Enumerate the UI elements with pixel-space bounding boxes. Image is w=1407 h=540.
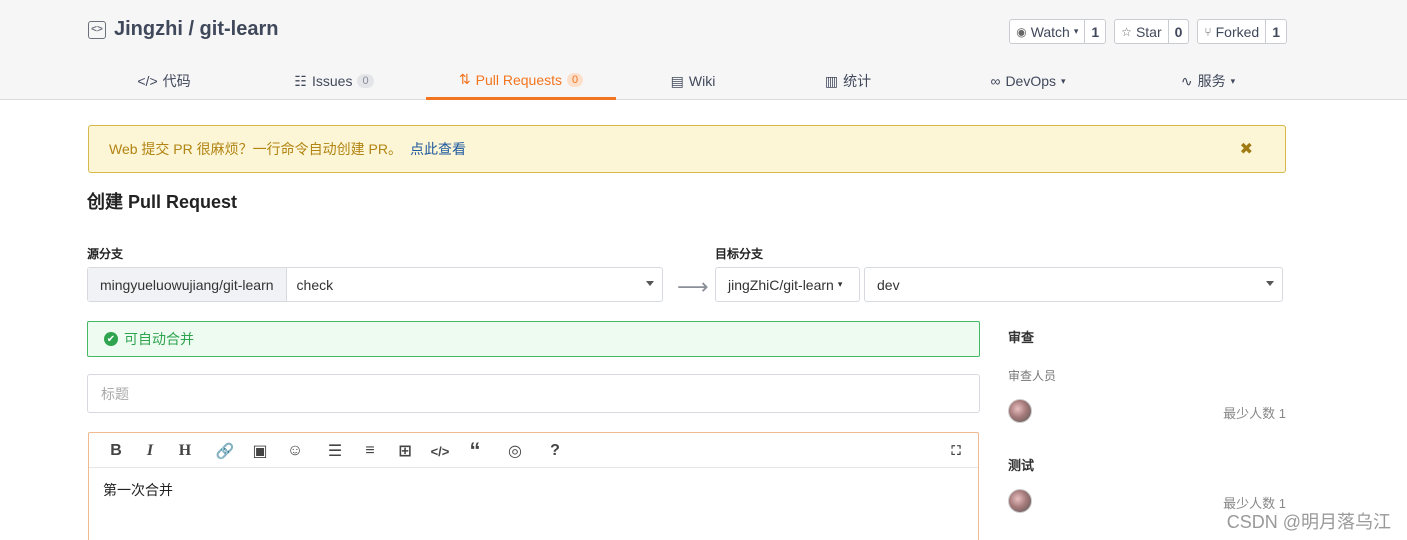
tab-devops[interactable]: ∞ DevOps ▾ [948,62,1108,100]
source-branch-select[interactable]: check [287,268,662,301]
page-title: 创建 Pull Request [87,192,238,212]
pull-request-icon: ⇅ [458,71,471,87]
stats-icon: ▥ [824,72,839,89]
preview-icon[interactable]: ◎ [504,440,526,462]
numbered-list-icon[interactable]: ≡ [359,440,381,462]
link-icon[interactable]: 🔗 [214,440,236,462]
description-editor: B I H 🔗 ▣ ☺ ☰ ≡ ⊞ </> “ ◎ ? ⛶ 第一次合并 [88,432,979,540]
reviewers-label: 审查人员 [1008,369,1057,383]
italic-button[interactable]: I [139,440,161,462]
tab-wiki-label: Wiki [688,73,716,89]
infinity-icon: ∞ [990,73,1001,89]
source-branch-selector: mingyueluowujiang/git-learn check [87,267,663,302]
tab-code[interactable]: </> 代码 [88,62,240,100]
tab-stats-label: 统计 [843,73,872,89]
fork-label: Forked [1215,23,1260,40]
dropdown-arrow-icon [646,281,654,286]
notice-text: Web 提交 PR 很麻烦？一行命令自动创建 PR。 [109,141,402,157]
tab-wiki[interactable]: ▤ Wiki [623,62,763,100]
chevron-down-icon: ▾ [837,279,843,289]
quote-icon[interactable]: “ [464,438,486,463]
tab-devops-label: DevOps [1005,73,1057,89]
eye-icon: ◉ [1016,24,1027,39]
target-branch-value: dev [877,276,900,293]
tab-code-label: 代码 [162,73,191,89]
close-icon[interactable]: ✖ [1240,139,1253,159]
watch-label: Watch [1030,23,1070,40]
merge-status-text: 可自动合并 [124,331,194,347]
source-branch-value: check [296,276,334,293]
notice-link[interactable]: 点此查看 [410,139,466,159]
tab-pull-requests[interactable]: ⇅ Pull Requests 0 [426,62,616,100]
code-icon: </> [137,73,158,89]
target-branch-select[interactable]: dev [864,267,1283,302]
notice-banner: Web 提交 PR 很麻烦？一行命令自动创建 PR。 点此查看 ✖ [88,125,1286,173]
fork-icon: ⑂ [1204,24,1212,39]
title-input[interactable] [87,374,980,413]
table-icon[interactable]: ⊞ [394,440,416,462]
reviewer-avatar[interactable] [1008,399,1032,423]
star-icon: ☆ [1121,24,1132,39]
tester-avatar[interactable] [1008,489,1032,513]
wiki-icon: ▤ [670,72,684,89]
bold-button[interactable]: B [105,440,127,462]
star-label: Star [1135,23,1162,40]
image-icon[interactable]: ▣ [249,440,271,462]
fork-count[interactable]: 1 [1265,20,1286,43]
heading-button[interactable]: H [174,440,196,462]
tab-services[interactable]: ∿ 服务 ▾ [1128,62,1288,100]
test-title: 测试 [1008,458,1035,473]
tab-issues-label: Issues [311,73,353,89]
review-title: 审查 [1008,330,1035,345]
code-repo-icon: <> [88,20,106,39]
code-icon[interactable]: </> [429,440,451,462]
fullscreen-icon[interactable]: ⛶ [945,440,967,462]
target-repo-value: jingZhiC/git-learn [728,276,834,293]
help-icon[interactable]: ? [544,440,566,462]
chevron-down-icon: ▾ [1230,75,1236,86]
tab-pull-requests-label: Pull Requests [475,71,562,88]
arrow-right-icon: ⟶ [677,274,709,299]
merge-status: ✔ 可自动合并 [87,321,980,357]
fork-button[interactable]: ⑂ Forked 1 [1197,19,1287,44]
chevron-down-icon: ▾ [1061,75,1066,86]
repo-header: <> Jingzhi / git-learn ◉ Watch ▾ 1 ☆ Star 0… [0,0,1407,100]
tab-services-label: 服务 [1197,73,1226,89]
watch-button[interactable]: ◉ Watch ▾ 1 [1009,19,1107,44]
repo-tabs: </> 代码 ☷ Issues 0 ⇅ Pull Requests 0 ▤ Wiki ▥ 统计… [88,62,1288,100]
source-repo: mingyueluowujiang/git-learn [88,268,287,301]
check-circle-icon: ✔ [104,332,118,346]
repo-actions: ◉ Watch ▾ 1 ☆ Star 0 ⑂ Forked 1 [1009,19,1287,44]
issues-icon: ☷ [294,72,307,89]
watch-count[interactable]: 1 [1084,20,1105,43]
dropdown-arrow-icon [1266,281,1274,286]
source-branch-label: 源分支 [87,247,124,261]
tab-issues[interactable]: ☷ Issues 0 [258,62,410,100]
target-repo-select[interactable]: jingZhiC/git-learn ▾ [715,267,860,302]
repo-title-text[interactable]: Jingzhi / git-learn [114,18,278,41]
editor-content[interactable]: 第一次合并 [89,468,978,512]
watermark: CSDN @明月落乌江 [1226,512,1391,532]
bulleted-list-icon[interactable]: ☰ [324,440,346,462]
editor-toolbar: B I H 🔗 ▣ ☺ ☰ ≡ ⊞ </> “ ◎ ? ⛶ [89,433,978,468]
pulse-icon: ∿ [1180,72,1193,89]
chevron-down-icon: ▾ [1073,26,1079,36]
pull-requests-count-badge: 0 [567,72,584,87]
emoji-icon[interactable]: ☺ [284,440,306,462]
issues-count-badge: 0 [357,74,374,88]
target-branch-label: 目标分支 [715,247,764,261]
star-count[interactable]: 0 [1167,20,1189,43]
star-button[interactable]: ☆ Star 0 [1114,19,1190,44]
review-min-count: 最少人数 1 [1223,406,1286,421]
repo-title[interactable]: <> Jingzhi / git-learn [88,18,278,41]
tab-stats[interactable]: ▥ 统计 [778,62,918,100]
